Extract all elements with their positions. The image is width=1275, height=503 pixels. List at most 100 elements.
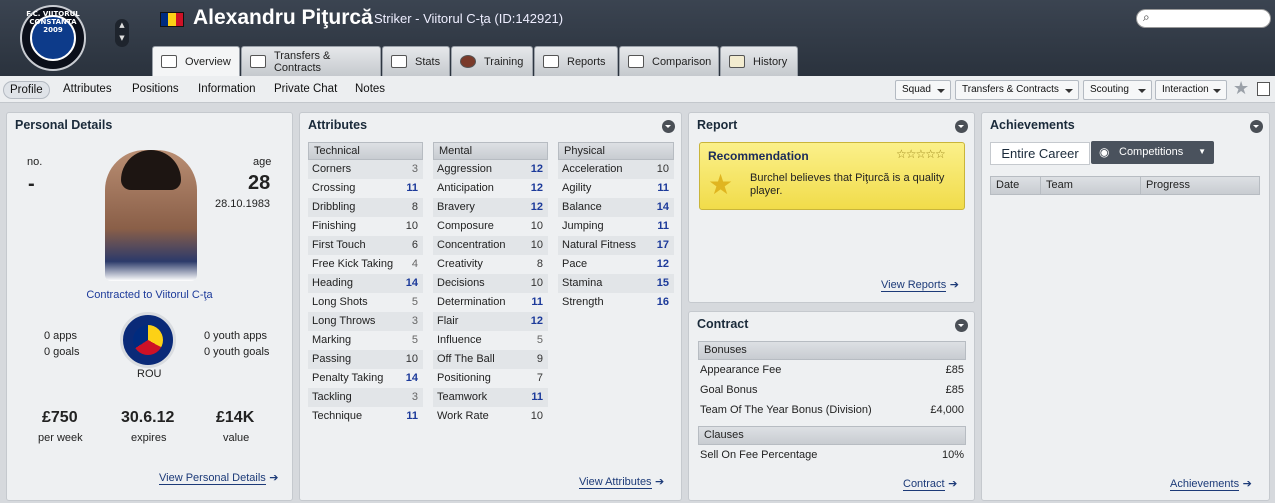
subnav-positions[interactable]: Positions (126, 81, 185, 99)
subnav-private-chat[interactable]: Private Chat (268, 81, 343, 99)
entire-career-toggle[interactable]: Entire Career (990, 142, 1090, 165)
contract-amount: £4,000 (930, 404, 964, 416)
attribute-row[interactable]: Bravery 12 (433, 198, 548, 217)
contract-link[interactable]: Contract ➔ (903, 477, 957, 491)
attribute-name: Determination (437, 296, 506, 308)
shortlist-star-icon[interactable]: ★ (1233, 78, 1249, 99)
attribute-row[interactable]: Determination 11 (433, 293, 548, 312)
attribute-row[interactable]: Pace 12 (558, 255, 674, 274)
attribute-row[interactable]: Crossing 11 (308, 179, 423, 198)
attribute-row[interactable]: Stamina 15 (558, 274, 674, 293)
player-switch-spinner[interactable]: ▲ ▼ (115, 19, 129, 47)
attribute-row[interactable]: Dribbling 8 (308, 198, 423, 217)
attribute-row[interactable]: Balance 14 (558, 198, 674, 217)
tab-transfers-contracts[interactable]: Transfers & Contracts (241, 46, 381, 76)
attribute-name: Acceleration (562, 163, 623, 175)
attribute-row[interactable]: Teamwork 11 (433, 388, 548, 407)
attribute-row[interactable]: Free Kick Taking 4 (308, 255, 423, 274)
attribute-row[interactable]: Finishing 10 (308, 217, 423, 236)
attribute-row[interactable]: Technique 11 (308, 407, 423, 426)
attribute-value: 10 (530, 410, 543, 422)
attribute-row[interactable]: Agility 11 (558, 179, 674, 198)
attribute-row[interactable]: Influence 5 (433, 331, 548, 350)
attribute-row[interactable]: Long Throws 3 (308, 312, 423, 331)
attribute-row[interactable]: Strength 16 (558, 293, 674, 312)
chevron-down-icon: ▼ (1198, 147, 1206, 156)
attribute-name: Off The Ball (437, 353, 495, 365)
attribute-name: Concentration (437, 239, 506, 251)
team-column-header[interactable]: Team (1041, 177, 1141, 194)
tab-label: Comparison (652, 55, 712, 68)
attribute-row[interactable]: Jumping 11 (558, 217, 674, 236)
panel-menu-button[interactable] (1250, 120, 1263, 133)
link-text: View Attributes (579, 476, 652, 489)
attribute-row[interactable]: Creativity 8 (433, 255, 548, 274)
attribute-row[interactable]: Positioning 7 (433, 369, 548, 388)
contract-row: Sell On Fee Percentage 10% (698, 445, 966, 465)
recommendation-box: Recommendation ☆☆☆☆☆ ★ Burchel believes … (699, 142, 965, 210)
achievements-link[interactable]: Achievements ➔ (1170, 477, 1252, 491)
search-input[interactable]: ⌕ (1136, 9, 1271, 28)
date-column-header[interactable]: Date (991, 177, 1041, 194)
tab-reports[interactable]: Reports (534, 46, 618, 76)
attribute-row[interactable]: Aggression 12 (433, 160, 548, 179)
national-team-crest[interactable] (120, 312, 176, 368)
contracted-link[interactable]: Contracted to Viitorul C-ţa (7, 289, 292, 301)
attribute-row[interactable]: Work Rate 10 (433, 407, 548, 426)
squad-dropdown[interactable]: Squad (895, 80, 951, 100)
attribute-row[interactable]: Acceleration 10 (558, 160, 674, 179)
subnav-notes[interactable]: Notes (349, 81, 391, 99)
attribute-name: Creativity (437, 258, 483, 270)
tab-training[interactable]: Training (451, 46, 533, 76)
attribute-row[interactable]: Off The Ball 9 (433, 350, 548, 369)
attribute-row[interactable]: Tackling 3 (308, 388, 423, 407)
attribute-row[interactable]: Composure 10 (433, 217, 548, 236)
attribute-row[interactable]: Concentration 10 (433, 236, 548, 255)
competitions-label: Competitions (1119, 146, 1184, 158)
attribute-value: 4 (411, 258, 418, 270)
attribute-value: 5 (411, 334, 418, 346)
subnav-information[interactable]: Information (192, 81, 262, 99)
attribute-row[interactable]: Heading 14 (308, 274, 423, 293)
scouting-dropdown[interactable]: Scouting (1083, 80, 1152, 100)
attribute-row[interactable]: Anticipation 12 (433, 179, 548, 198)
attribute-row[interactable]: Penalty Taking 14 (308, 369, 423, 388)
attribute-row[interactable]: Corners 3 (308, 160, 423, 179)
add-note-icon[interactable] (1257, 82, 1270, 96)
attribute-row[interactable]: Natural Fitness 17 (558, 236, 674, 255)
transfers-contracts-dropdown[interactable]: Transfers & Contracts (955, 80, 1079, 100)
attribute-row[interactable]: Flair 12 (433, 312, 548, 331)
attribute-row[interactable]: Marking 5 (308, 331, 423, 350)
attribute-value: 5 (536, 334, 543, 346)
view-reports-link[interactable]: View Reports ➔ (881, 278, 959, 292)
tab-comparison[interactable]: Comparison (619, 46, 719, 76)
competitions-dropdown[interactable]: ◉ Competitions ▼ (1091, 141, 1214, 164)
attribute-row[interactable]: First Touch 6 (308, 236, 423, 255)
progress-column-header[interactable]: Progress (1141, 177, 1259, 194)
subnav-profile[interactable]: Profile (3, 81, 50, 99)
nation-code: ROU (137, 368, 162, 380)
contract-row: Team Of The Year Bonus (Division) £4,000 (698, 400, 966, 420)
ball-icon (460, 55, 476, 68)
attribute-value: 3 (411, 391, 418, 403)
attribute-value: 11 (531, 391, 543, 403)
chevron-down-icon[interactable]: ▼ (119, 34, 124, 42)
chevron-up-icon[interactable]: ▲ (119, 21, 124, 29)
club-logo[interactable]: F.C. VIITORUL CONSTANTA 2009 (20, 5, 86, 71)
panel-title: Achievements (990, 118, 1075, 132)
attribute-row[interactable]: Passing 10 (308, 350, 423, 369)
tab-history[interactable]: History (720, 46, 798, 76)
panel-menu-button[interactable] (662, 120, 675, 133)
panel-menu-button[interactable] (955, 319, 968, 332)
panel-menu-button[interactable] (955, 120, 968, 133)
tab-overview[interactable]: Overview (152, 46, 240, 76)
attribute-value: 10 (405, 353, 418, 365)
attribute-row[interactable]: Long Shots 5 (308, 293, 423, 312)
interaction-dropdown[interactable]: Interaction (1155, 80, 1227, 100)
attribute-row[interactable]: Decisions 10 (433, 274, 548, 293)
tab-stats[interactable]: Stats (382, 46, 450, 76)
subnav-attributes[interactable]: Attributes (57, 81, 118, 99)
view-attributes-link[interactable]: View Attributes ➔ (579, 475, 664, 489)
view-personal-details-link[interactable]: View Personal Details ➔ (159, 471, 279, 485)
attribute-value: 11 (657, 182, 669, 194)
